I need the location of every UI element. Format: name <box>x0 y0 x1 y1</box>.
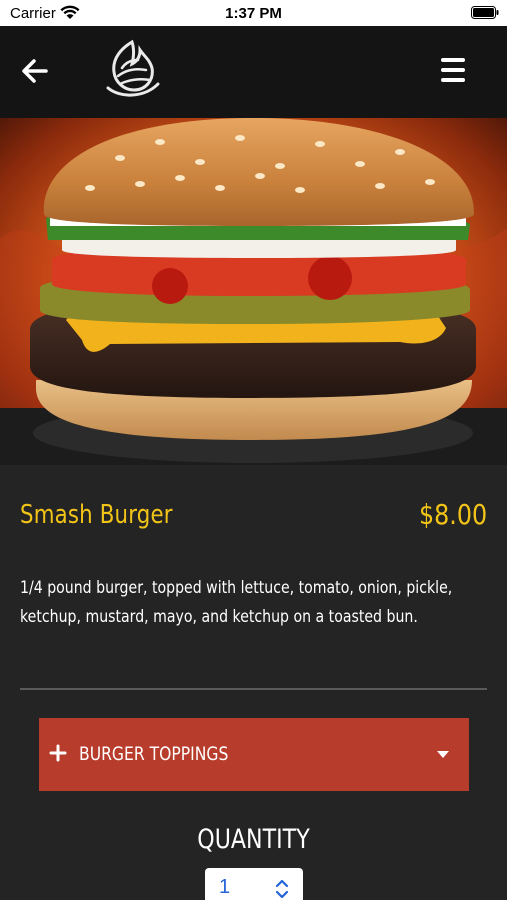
product-description: 1/4 pound burger, topped with lettuce, t… <box>20 578 453 627</box>
menu-button[interactable] <box>441 58 473 86</box>
hamburger-menu-icon <box>441 58 473 82</box>
product-price: $8.00 <box>418 498 487 531</box>
status-time: 1:37 PM <box>225 5 282 22</box>
product-name: Smash Burger <box>20 500 173 530</box>
quantity-value: 1 <box>219 876 231 898</box>
app-header <box>0 26 507 118</box>
plus-icon <box>49 744 67 762</box>
back-button[interactable] <box>18 54 52 88</box>
arrow-left-icon <box>22 59 48 83</box>
burger-photo <box>0 118 507 465</box>
caret-down-icon <box>437 751 449 758</box>
divider <box>20 688 487 690</box>
chevron-up-down-icon <box>275 879 289 899</box>
flame-logo-icon[interactable] <box>100 38 164 102</box>
quantity-label: QUANTITY <box>197 824 310 855</box>
burger-illustration <box>0 118 507 465</box>
burger-toppings-dropdown[interactable]: BURGER TOPPINGS <box>39 718 469 791</box>
toppings-label: BURGER TOPPINGS <box>79 743 229 765</box>
status-bar: Carrier 1:37 PM <box>0 0 507 26</box>
battery-icon <box>471 6 499 19</box>
quantity-select[interactable]: 1 <box>205 868 303 900</box>
